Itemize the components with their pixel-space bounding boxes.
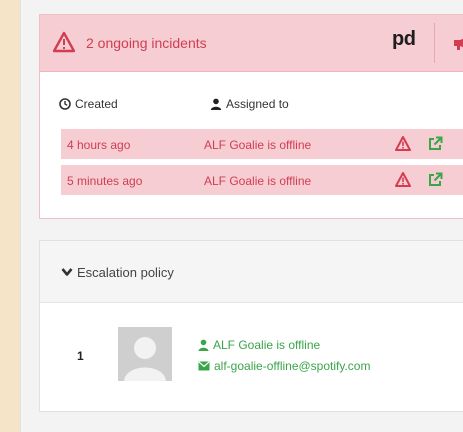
warning-icon xyxy=(53,31,75,53)
avatar xyxy=(118,327,172,381)
header-divider xyxy=(434,23,435,63)
column-header-assigned: Assigned to xyxy=(210,97,289,111)
incident-created-link[interactable]: 4 hours ago xyxy=(67,138,130,152)
incidents-header: 2 ongoing incidents pd xyxy=(40,15,463,72)
escalation-user-name[interactable]: ALF Goalie is offline xyxy=(198,338,320,352)
warning-icon[interactable] xyxy=(395,136,411,151)
escalation-title[interactable]: Escalation policy xyxy=(77,265,174,280)
incident-row[interactable]: 5 minutes ago ALF Goalie is offline xyxy=(61,165,463,195)
warning-icon[interactable] xyxy=(395,172,411,187)
incidents-title[interactable]: 2 ongoing incidents xyxy=(86,35,207,51)
incident-created-link[interactable]: 5 minutes ago xyxy=(67,174,142,188)
clock-icon xyxy=(59,98,71,110)
external-link-icon[interactable] xyxy=(428,172,443,187)
column-label-assigned: Assigned to xyxy=(226,97,289,111)
incident-row[interactable]: 4 hours ago ALF Goalie is offline xyxy=(61,129,463,159)
incidents-card: 2 ongoing incidents pd Created Assigned … xyxy=(39,14,463,219)
incident-assignee-link[interactable]: ALF Goalie is offline xyxy=(204,174,311,188)
escalation-user-email-link[interactable]: alf-goalie-offline@spotify.com xyxy=(214,359,370,373)
main-panel: 2 ongoing incidents pd Created Assigned … xyxy=(20,0,463,432)
escalation-step-number: 1 xyxy=(77,349,84,363)
column-label-created: Created xyxy=(75,97,118,111)
escalation-header[interactable]: Escalation policy xyxy=(40,241,463,303)
megaphone-icon[interactable] xyxy=(452,35,463,51)
incident-assignee-link[interactable]: ALF Goalie is offline xyxy=(204,138,311,152)
user-icon xyxy=(210,98,222,110)
escalation-user-email[interactable]: alf-goalie-offline@spotify.com xyxy=(198,359,370,373)
envelope-icon xyxy=(198,361,210,371)
chevron-down-icon[interactable] xyxy=(61,267,73,277)
escalation-card: Escalation policy 1 ALF Goalie is offlin… xyxy=(39,240,463,412)
column-header-created: Created xyxy=(59,97,118,111)
external-link-icon[interactable] xyxy=(428,136,443,151)
user-icon xyxy=(198,339,209,351)
avatar-placeholder-icon xyxy=(118,327,172,381)
escalation-user-name-link[interactable]: ALF Goalie is offline xyxy=(213,338,320,352)
pagerduty-logo[interactable]: pd xyxy=(392,28,416,51)
